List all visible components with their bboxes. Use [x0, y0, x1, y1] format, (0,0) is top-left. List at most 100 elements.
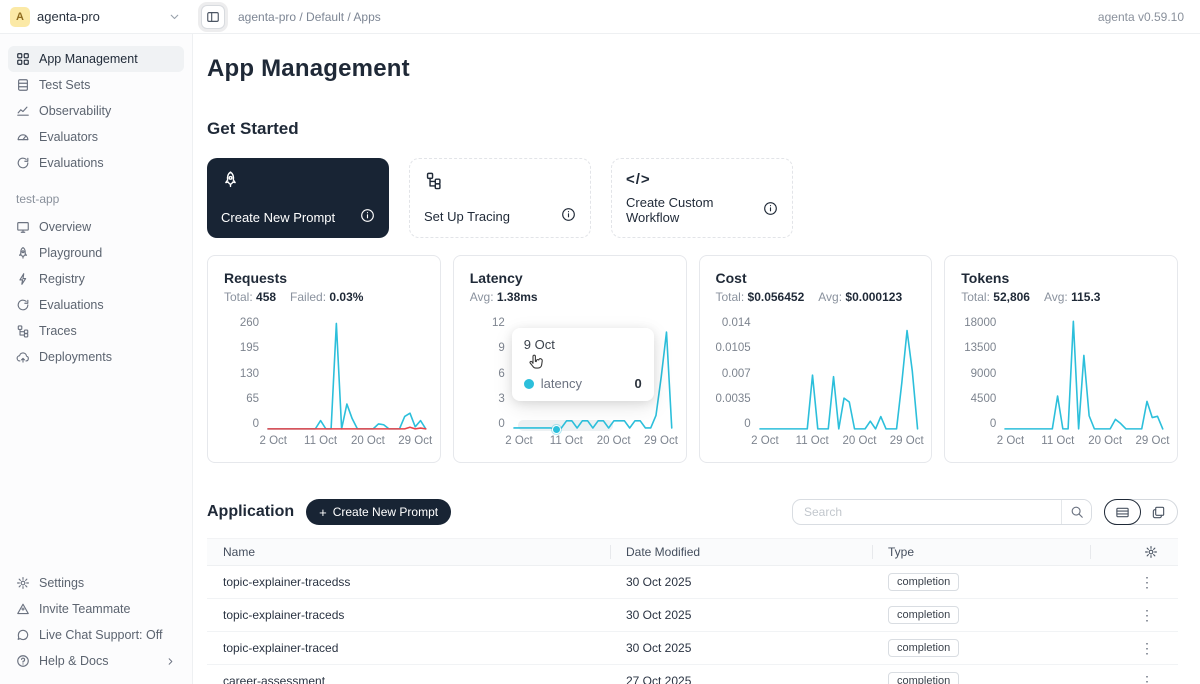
- chevron-right-icon: [165, 656, 176, 667]
- sidebar-item-label: Test Sets: [39, 78, 90, 92]
- table-view-button[interactable]: [1104, 499, 1141, 525]
- chart-stat: Total: 52,806: [961, 290, 1030, 304]
- column-header-type: Type: [872, 545, 1090, 559]
- x-tick-label: 29 Oct: [1136, 435, 1170, 447]
- y-tick-label: 4500: [971, 394, 997, 405]
- applications-table: NameDate ModifiedType topic-explainer-tr…: [207, 538, 1178, 684]
- get-started-card-create-custom-workflow[interactable]: </>Create Custom Workflow: [611, 158, 793, 238]
- sidebar-item-evaluators[interactable]: Evaluators: [8, 124, 184, 150]
- plus-icon: +: [319, 506, 327, 519]
- sidebar-item-label: Help & Docs: [39, 654, 108, 668]
- chart-plot-area[interactable]: 2 Oct11 Oct20 Oct29 Oct: [760, 318, 918, 430]
- traces-icon: [16, 324, 30, 338]
- search-button[interactable]: [1061, 500, 1091, 524]
- cursor-hand-icon: [526, 353, 546, 373]
- date-modified-cell: 30 Oct 2025: [610, 575, 872, 589]
- row-menu-button[interactable]: ⋮: [1136, 641, 1158, 655]
- sidebar-item-label: Observability: [39, 104, 111, 118]
- chart-stat: Avg: 115.3: [1044, 290, 1101, 304]
- row-menu-button[interactable]: ⋮: [1136, 575, 1158, 589]
- tokens-chart-card: TokensTotal: 52,806Avg: 115.318000135009…: [944, 255, 1178, 463]
- get-started-card-label: Create New Prompt: [221, 210, 335, 225]
- y-tick-label: 6: [498, 369, 504, 380]
- table-row[interactable]: career-assessment27 Oct 2025completion⋮: [207, 665, 1178, 684]
- sidebar-item-app-management[interactable]: App Management: [8, 46, 184, 72]
- table-row[interactable]: topic-explainer-tracedss30 Oct 2025compl…: [207, 566, 1178, 599]
- y-tick-label: 12: [492, 318, 505, 329]
- code-icon: </>: [626, 171, 651, 188]
- sidebar-item-deployments[interactable]: Deployments: [8, 344, 184, 370]
- cost-chart-card: CostTotal: $0.056452Avg: $0.0001230.0140…: [699, 255, 933, 463]
- chart-title: Cost: [716, 270, 918, 286]
- table-body: topic-explainer-tracedss30 Oct 2025compl…: [207, 566, 1178, 684]
- workspace-selector[interactable]: A agenta-pro: [0, 7, 193, 27]
- info-icon[interactable]: [360, 208, 375, 223]
- table-row[interactable]: topic-explainer-traced30 Oct 2025complet…: [207, 632, 1178, 665]
- chart-title: Tokens: [961, 270, 1163, 286]
- grid-icon: [16, 52, 30, 66]
- x-axis: 2 Oct11 Oct20 Oct29 Oct: [514, 435, 672, 451]
- chart-plot-area[interactable]: 2 Oct11 Oct20 Oct29 Oct: [268, 318, 426, 430]
- app-name-cell: career-assessment: [207, 674, 610, 684]
- y-tick-label: 13500: [964, 343, 996, 354]
- sidebar-item-evaluations[interactable]: Evaluations: [8, 292, 184, 318]
- create-new-prompt-button[interactable]: + Create New Prompt: [306, 499, 451, 525]
- sidebar-item-overview[interactable]: Overview: [8, 214, 184, 240]
- get-started-card-create-new-prompt[interactable]: Create New Prompt: [207, 158, 389, 238]
- sidebar-item-registry[interactable]: Registry: [8, 266, 184, 292]
- x-tick-label: 20 Oct: [597, 435, 631, 447]
- get-started-card-set-up-tracing[interactable]: Set Up Tracing: [409, 158, 591, 238]
- tooltip-series-label: latency: [541, 376, 582, 391]
- y-tick-label: 18000: [964, 318, 996, 329]
- chart-stat: Avg: $0.000123: [818, 290, 902, 304]
- rocket-icon: [16, 246, 30, 260]
- row-menu-button[interactable]: ⋮: [1136, 674, 1158, 684]
- overview-icon: [16, 220, 30, 234]
- sidebar: App Management Test Sets Observability Eval…: [0, 34, 193, 684]
- sidebar-item-label: Evaluations: [39, 298, 104, 312]
- info-icon[interactable]: [561, 207, 576, 222]
- sidebar-app-nav: OverviewPlaygroundRegistry Evaluations Tra…: [8, 214, 184, 370]
- chart-tooltip: 9 Octlatency0: [512, 328, 654, 401]
- chart-plot-area[interactable]: 2 Oct11 Oct20 Oct29 Oct: [1005, 318, 1163, 430]
- sidebar-item-help-docs[interactable]: Help & Docs: [8, 648, 184, 674]
- sidebar-item-label: Evaluators: [39, 130, 98, 144]
- evaluations-icon: [16, 298, 30, 312]
- row-menu-button[interactable]: ⋮: [1136, 608, 1158, 622]
- card-view-button[interactable]: [1140, 499, 1177, 525]
- evaluations-icon: [16, 156, 30, 170]
- main-content: App Management Get Started Create New Pr…: [193, 34, 1200, 684]
- sidebar-item-settings[interactable]: Settings: [8, 570, 184, 596]
- invite-icon: [16, 602, 30, 616]
- column-settings-cell: [1090, 545, 1178, 559]
- breadcrumb[interactable]: agenta-pro / Default / Apps: [238, 10, 381, 24]
- type-cell: completion: [872, 639, 1090, 657]
- sidebar-item-label: App Management: [39, 52, 138, 66]
- sidebar-item-label: Deployments: [39, 350, 112, 364]
- tooltip-date: 9 Oct: [524, 337, 642, 352]
- y-tick-label: 0: [498, 419, 504, 430]
- sidebar-item-playground[interactable]: Playground: [8, 240, 184, 266]
- info-icon[interactable]: [763, 201, 778, 216]
- chart-stats: Avg: 1.38ms: [470, 290, 672, 304]
- sidebar-item-observability[interactable]: Observability: [8, 98, 184, 124]
- type-badge: completion: [888, 672, 959, 684]
- sidebar-item-live-chat-support-off[interactable]: Live Chat Support: Off: [8, 622, 184, 648]
- sidebar-item-test-sets[interactable]: Test Sets: [8, 72, 184, 98]
- requests-chart-card: RequestsTotal: 458Failed: 0.03%260195130…: [207, 255, 441, 463]
- search-input[interactable]: [793, 505, 1061, 519]
- table-row[interactable]: topic-explainer-traceds30 Oct 2025comple…: [207, 599, 1178, 632]
- sidebar-item-evaluations[interactable]: Evaluations: [8, 150, 184, 176]
- chart-stat: Avg: 1.38ms: [470, 290, 538, 304]
- app-name-cell: topic-explainer-traced: [207, 641, 610, 655]
- y-axis: 260195130650: [224, 318, 268, 430]
- tracing-icon: [424, 171, 443, 190]
- search-box: [792, 499, 1092, 525]
- sidebar-toggle-button[interactable]: [201, 5, 225, 29]
- workspace-name: agenta-pro: [37, 9, 100, 24]
- sidebar-item-invite-teammate[interactable]: Invite Teammate: [8, 596, 184, 622]
- x-tick-label: 11 Oct: [1041, 435, 1074, 447]
- chart-line-svg: [268, 318, 426, 430]
- date-modified-cell: 30 Oct 2025: [610, 608, 872, 622]
- sidebar-item-traces[interactable]: Traces: [8, 318, 184, 344]
